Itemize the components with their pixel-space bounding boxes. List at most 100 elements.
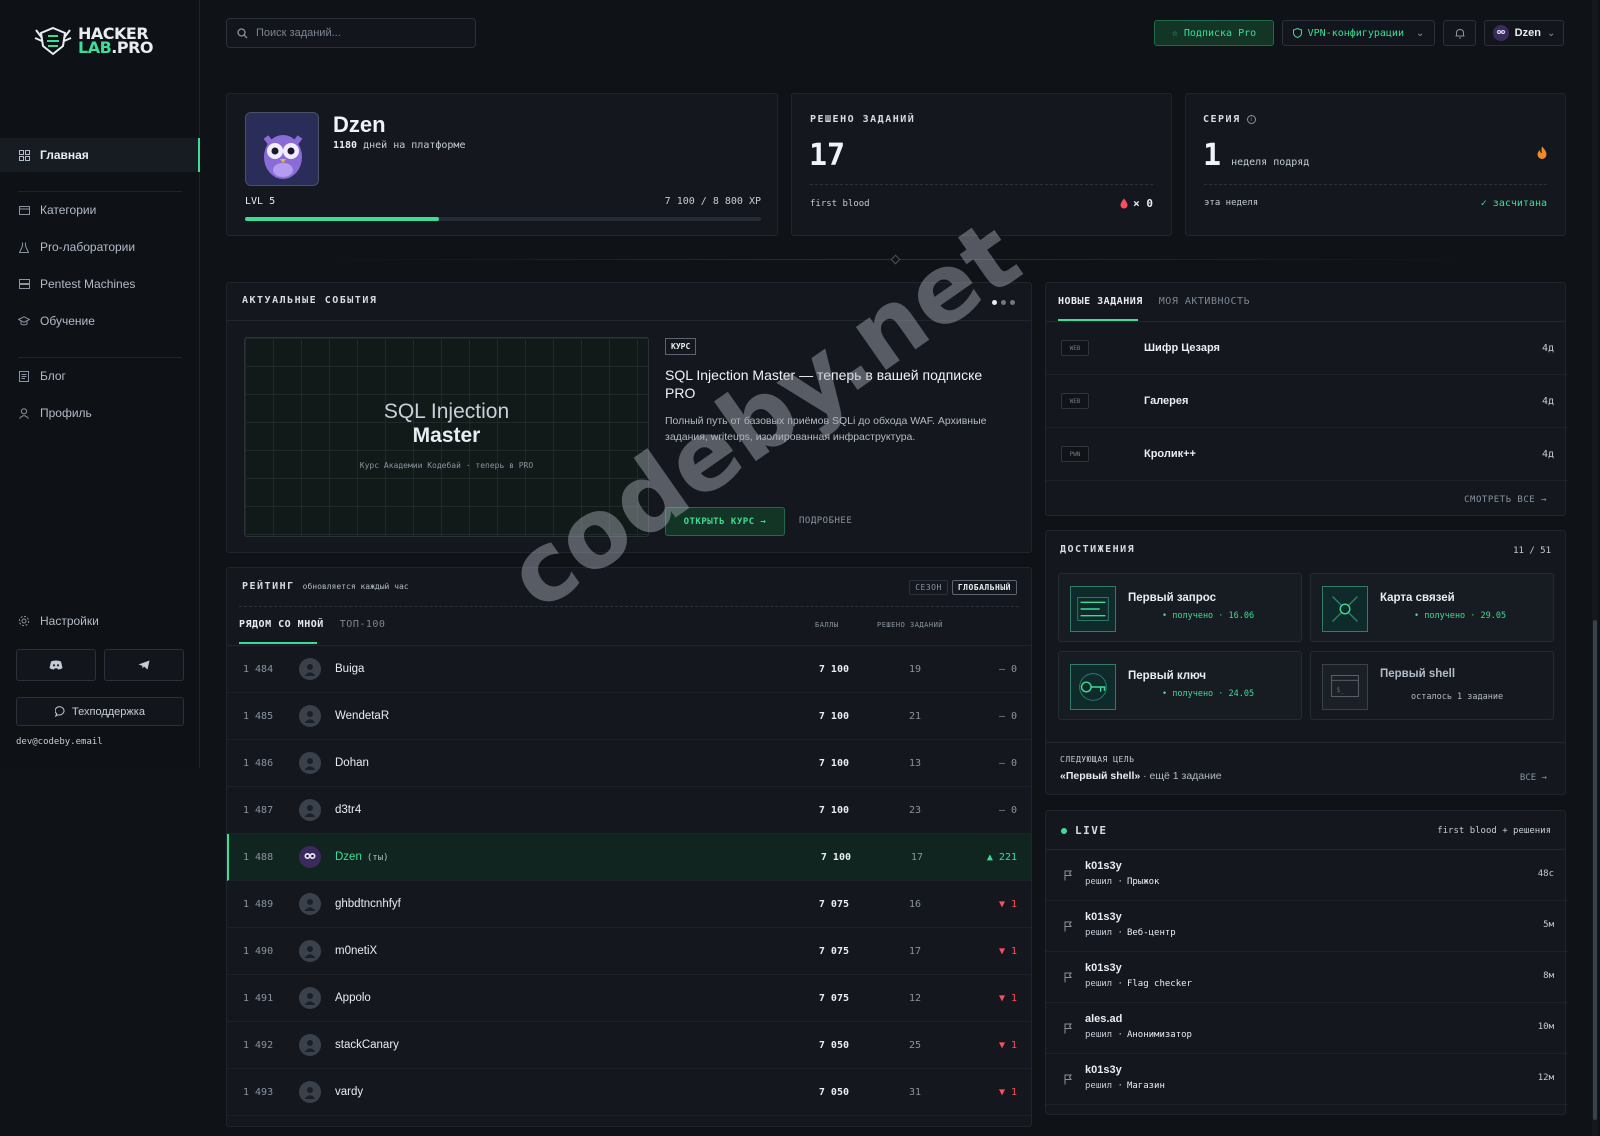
profile-name: Dzen: [333, 112, 386, 137]
sidebar-item-learning[interactable]: Обучение: [0, 304, 200, 338]
live-item[interactable]: k01s3y решил · Магазин 12м: [1046, 1054, 1568, 1105]
player-name[interactable]: Dzen (ты): [335, 851, 735, 863]
live-item[interactable]: k01s3y решил · Веб-центр 5м: [1046, 901, 1568, 952]
player-name[interactable]: WendetaR: [335, 710, 735, 722]
table-row[interactable]: 1 484 Buiga 7 100 19 – 0: [227, 646, 1031, 693]
divider: [239, 606, 1019, 607]
next-goal-label: СЛЕДУЮЩАЯ ЦЕЛЬ: [1060, 755, 1135, 764]
shield-icon: [1292, 28, 1302, 38]
rank-cell: 1 485: [243, 710, 274, 722]
sidebar-item-settings[interactable]: Настройки: [0, 604, 200, 638]
player-name[interactable]: Appolo: [335, 992, 735, 1004]
table-row[interactable]: 1 488 Dzen (ты) 7 100 17 ▲ 221: [227, 834, 1031, 881]
pro-subscription-button[interactable]: ☆ Подписка Pro: [1154, 20, 1274, 46]
rank-cell: 1 488: [243, 851, 274, 863]
avatar: [299, 1081, 321, 1103]
search-input[interactable]: [256, 27, 456, 39]
task-row[interactable]: WEB Галерея 4д: [1046, 375, 1568, 428]
table-row[interactable]: 1 489 ghbdtncnhfyf 7 075 16 ▼ 1: [227, 881, 1031, 928]
carousel-dots[interactable]: [992, 300, 1015, 305]
player-name[interactable]: ghbdtncnhfyf: [335, 898, 735, 910]
player-name[interactable]: Dohan: [335, 757, 735, 769]
rank-cell: 1 486: [243, 757, 274, 769]
scrollbar-thumb[interactable]: [1593, 620, 1597, 1120]
player-name[interactable]: stackCanary: [335, 1039, 735, 1051]
first-blood-count: × 0: [1120, 197, 1153, 210]
player-name[interactable]: vardy: [335, 1086, 735, 1098]
info-icon[interactable]: i: [1246, 115, 1256, 124]
global-toggle[interactable]: ГЛОБАЛЬНЫЙ: [951, 580, 1017, 595]
achievement-card[interactable]: $_ Первый shell осталось 1 задание: [1310, 651, 1554, 720]
app-root: HACKER LAB.PRO Главная Категории Pro-лаб…: [0, 0, 1600, 1136]
sidebar-item-profile[interactable]: Профиль: [0, 396, 200, 430]
events-card: АКТУАЛЬНЫЕ СОБЫТИЯ SQL Injection Master …: [226, 282, 1032, 553]
tab-my-activity[interactable]: МОЯ АКТИВНОСТЬ: [1159, 296, 1250, 307]
achievement-status: • получено · 24.05: [1162, 689, 1255, 699]
notifications-button[interactable]: [1443, 20, 1476, 46]
achievement-card[interactable]: Карта связей • получено · 29.05: [1310, 573, 1554, 642]
task-name: Галерея: [1144, 395, 1189, 407]
table-row[interactable]: 1 490 m0netiX 7 075 17 ▼ 1: [227, 928, 1031, 975]
live-action: решил · Магазин: [1085, 1081, 1165, 1091]
course-banner[interactable]: SQL Injection Master Курс Академии Кодеб…: [244, 337, 649, 537]
avatar: [299, 799, 321, 821]
player-name[interactable]: m0netiX: [335, 945, 735, 957]
tab-new-tasks[interactable]: НОВЫЕ ЗАДАНИЯ: [1058, 296, 1143, 307]
season-toggle[interactable]: СЕЗОН: [909, 580, 948, 595]
pro-label: Подписка Pro: [1183, 27, 1257, 39]
live-item[interactable]: k01s3y решил · Прыжок 48с: [1046, 850, 1568, 901]
next-goal: «Первый shell» · ещё 1 задание: [1060, 770, 1222, 782]
folder-icon: [18, 204, 30, 216]
search-box[interactable]: [226, 18, 476, 48]
banner-title-line2: Master: [412, 424, 481, 447]
rating-header: РЕЙТИНГ обновляется каждый час: [242, 581, 409, 592]
table-row[interactable]: 1 492 stackCanary 7 050 25 ▼ 1: [227, 1022, 1031, 1069]
table-row[interactable]: 1 487 d3tr4 7 100 23 – 0: [227, 787, 1031, 834]
week-status: ✓ засчитана: [1480, 198, 1547, 209]
vpn-config-dropdown[interactable]: VPN-конфигурации ⌄: [1282, 20, 1435, 46]
task-row[interactable]: PWN Кролик++ 4д: [1046, 428, 1568, 481]
sidebar-item-home[interactable]: Главная: [0, 138, 200, 172]
all-achievements-link[interactable]: ВСЕ →: [1520, 773, 1547, 783]
tab-top-100[interactable]: ТОП-100: [340, 619, 386, 630]
live-action: решил · Прыжок: [1085, 877, 1160, 887]
table-row[interactable]: 1 491 Appolo 7 075 12 ▼ 1: [227, 975, 1031, 1022]
table-row[interactable]: 1 485 WendetaR 7 100 21 – 0: [227, 693, 1031, 740]
player-name[interactable]: d3tr4: [335, 804, 735, 816]
live-item[interactable]: k01s3y решил · Flag checker 8м: [1046, 952, 1568, 1003]
open-course-button[interactable]: ОТКРЫТЬ КУРС →: [665, 507, 785, 536]
avatar: [299, 705, 321, 727]
rank-cell: 1 490: [243, 945, 274, 957]
solved-cell: 23: [908, 804, 921, 816]
sidebar-item-pro-labs[interactable]: Pro-лаборатории: [0, 230, 200, 264]
logo[interactable]: HACKER LAB.PRO: [34, 26, 154, 56]
user-menu[interactable]: Dzen ⌄: [1484, 20, 1564, 46]
flag-icon: [1064, 971, 1072, 986]
sidebar-item-blog[interactable]: Блог: [0, 359, 200, 393]
delta-cell: ▼ 1: [998, 898, 1017, 910]
delta-cell: ▲ 221: [986, 851, 1017, 863]
sidebar-item-categories[interactable]: Категории: [0, 193, 200, 227]
support-button[interactable]: Техподдержка: [16, 697, 184, 726]
category-tag: WEB: [1061, 340, 1089, 356]
live-item[interactable]: ales.ad решил · Анонимизатор 10м: [1046, 1003, 1568, 1054]
streak-value: 1 неделя подряд: [1203, 138, 1310, 173]
more-link[interactable]: ПОДРОБНЕЕ: [799, 516, 852, 526]
discord-button[interactable]: [16, 649, 96, 681]
sidebar-item-label: Профиль: [40, 406, 92, 420]
task-row[interactable]: WEB Шифр Цезаря 4д: [1046, 322, 1568, 375]
rating-scope-toggle: СЕЗОН ГЛОБАЛЬНЫЙ: [909, 580, 1017, 595]
streak-card: СЕРИЯ i 1 неделя подряд эта неделя ✓ зас…: [1185, 93, 1566, 236]
sidebar-item-pentest[interactable]: Pentest Machines: [0, 267, 200, 301]
achievement-card[interactable]: Первый ключ • получено · 24.05: [1058, 651, 1302, 720]
achievement-card[interactable]: Первый запрос • получено · 16.06: [1058, 573, 1302, 642]
rank-cell: 1 493: [243, 1086, 274, 1098]
telegram-button[interactable]: [104, 649, 184, 681]
scrollbar-track[interactable]: [1592, 0, 1598, 1136]
tab-near-me[interactable]: РЯДОМ СО МНОЙ: [239, 619, 324, 630]
table-row[interactable]: 1 493 vardy 7 050 31 ▼ 1: [227, 1069, 1031, 1116]
player-name[interactable]: Buiga: [335, 663, 735, 675]
sidebar-item-label: Главная: [40, 148, 89, 162]
table-row[interactable]: 1 486 Dohan 7 100 13 – 0: [227, 740, 1031, 787]
see-all-link[interactable]: СМОТРЕТЬ ВСЕ →: [1464, 495, 1547, 505]
